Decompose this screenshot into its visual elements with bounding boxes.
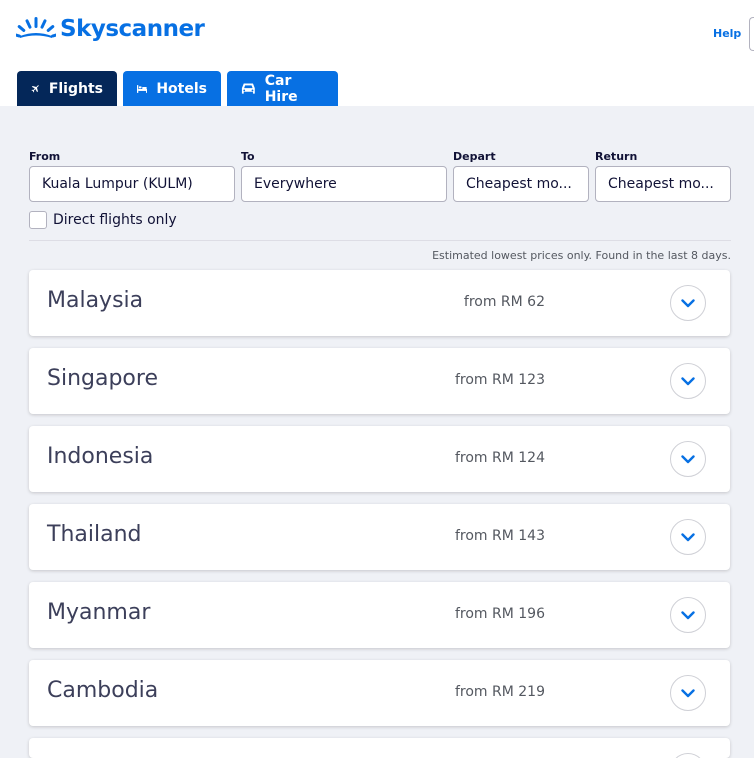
list-item[interactable]: Malaysia from RM 62 bbox=[29, 270, 730, 336]
sunrise-logo-icon bbox=[16, 17, 56, 38]
price-label: from RM 143 bbox=[454, 528, 545, 544]
divider bbox=[29, 240, 731, 241]
list-item[interactable]: Myanmar from RM 196 bbox=[29, 582, 730, 648]
country-name: Myanmar bbox=[47, 600, 151, 625]
list-item[interactable]: Indonesia from RM 124 bbox=[29, 426, 730, 492]
country-name: Malaysia bbox=[47, 288, 144, 313]
price-label: from RM 124 bbox=[454, 450, 545, 466]
country-name: Singapore bbox=[47, 366, 158, 391]
direct-flights-label: Direct flights only bbox=[53, 212, 177, 228]
from-label: From bbox=[29, 150, 61, 163]
expand-button[interactable] bbox=[670, 597, 706, 633]
account-button-edge[interactable] bbox=[749, 17, 754, 51]
brand-name: Skyscanner bbox=[60, 16, 205, 42]
country-name: Indonesia bbox=[47, 444, 154, 469]
list-item[interactable]: Thailand from RM 143 bbox=[29, 504, 730, 570]
return-label: Return bbox=[595, 150, 638, 163]
tab-hotels-label: Hotels bbox=[156, 80, 207, 97]
country-name: Thailand bbox=[47, 522, 142, 547]
expand-button[interactable] bbox=[670, 519, 706, 555]
to-label: To bbox=[241, 150, 255, 163]
expand-button[interactable] bbox=[670, 675, 706, 711]
tab-car-hire[interactable]: Car Hire bbox=[227, 71, 338, 106]
chevron-down-icon bbox=[681, 688, 695, 697]
bed-icon bbox=[137, 84, 148, 93]
expand-button[interactable] bbox=[670, 753, 706, 758]
list-item[interactable]: Singapore from RM 123 bbox=[29, 348, 730, 414]
price-disclaimer: Estimated lowest prices only. Found in t… bbox=[432, 249, 731, 262]
price-label: from RM 219 bbox=[454, 684, 545, 700]
skyscanner-logo[interactable]: Skyscanner bbox=[16, 16, 205, 42]
country-name: Cambodia bbox=[47, 678, 159, 703]
chevron-down-icon bbox=[681, 532, 695, 541]
expand-button[interactable] bbox=[670, 441, 706, 477]
car-icon bbox=[241, 82, 255, 94]
plane-icon bbox=[31, 84, 39, 92]
depart-label: Depart bbox=[453, 150, 496, 163]
chevron-down-icon bbox=[681, 454, 695, 463]
tab-flights-label: Flights bbox=[48, 80, 103, 97]
tab-flights[interactable]: Flights bbox=[17, 71, 117, 106]
tab-hotels[interactable]: Hotels bbox=[123, 71, 221, 106]
chevron-down-icon bbox=[681, 376, 695, 385]
tab-car-hire-label: Car Hire bbox=[264, 72, 298, 105]
price-label: from RM 62 bbox=[463, 294, 545, 310]
chevron-down-icon bbox=[681, 610, 695, 619]
price-label: from RM 196 bbox=[454, 606, 545, 622]
product-tabs: Flights Hotels Car Hire bbox=[17, 71, 338, 106]
return-field[interactable]: Cheapest mo... bbox=[595, 166, 731, 202]
expand-button[interactable] bbox=[670, 363, 706, 399]
chevron-down-icon bbox=[681, 298, 695, 307]
direct-flights-option[interactable]: Direct flights only bbox=[29, 211, 177, 229]
expand-button[interactable] bbox=[670, 285, 706, 321]
price-label: from RM 123 bbox=[454, 372, 545, 388]
depart-field[interactable]: Cheapest mo... bbox=[453, 166, 589, 202]
from-field[interactable]: Kuala Lumpur (KULM) bbox=[29, 166, 235, 202]
help-link[interactable]: Help bbox=[713, 27, 741, 40]
top-header: Skyscanner Help Flights Hotels Car Hire bbox=[0, 0, 754, 106]
list-item[interactable]: Cambodia from RM 219 bbox=[29, 660, 730, 726]
list-item[interactable] bbox=[29, 738, 730, 758]
to-field[interactable]: Everywhere bbox=[241, 166, 447, 202]
direct-flights-checkbox[interactable] bbox=[29, 211, 47, 229]
